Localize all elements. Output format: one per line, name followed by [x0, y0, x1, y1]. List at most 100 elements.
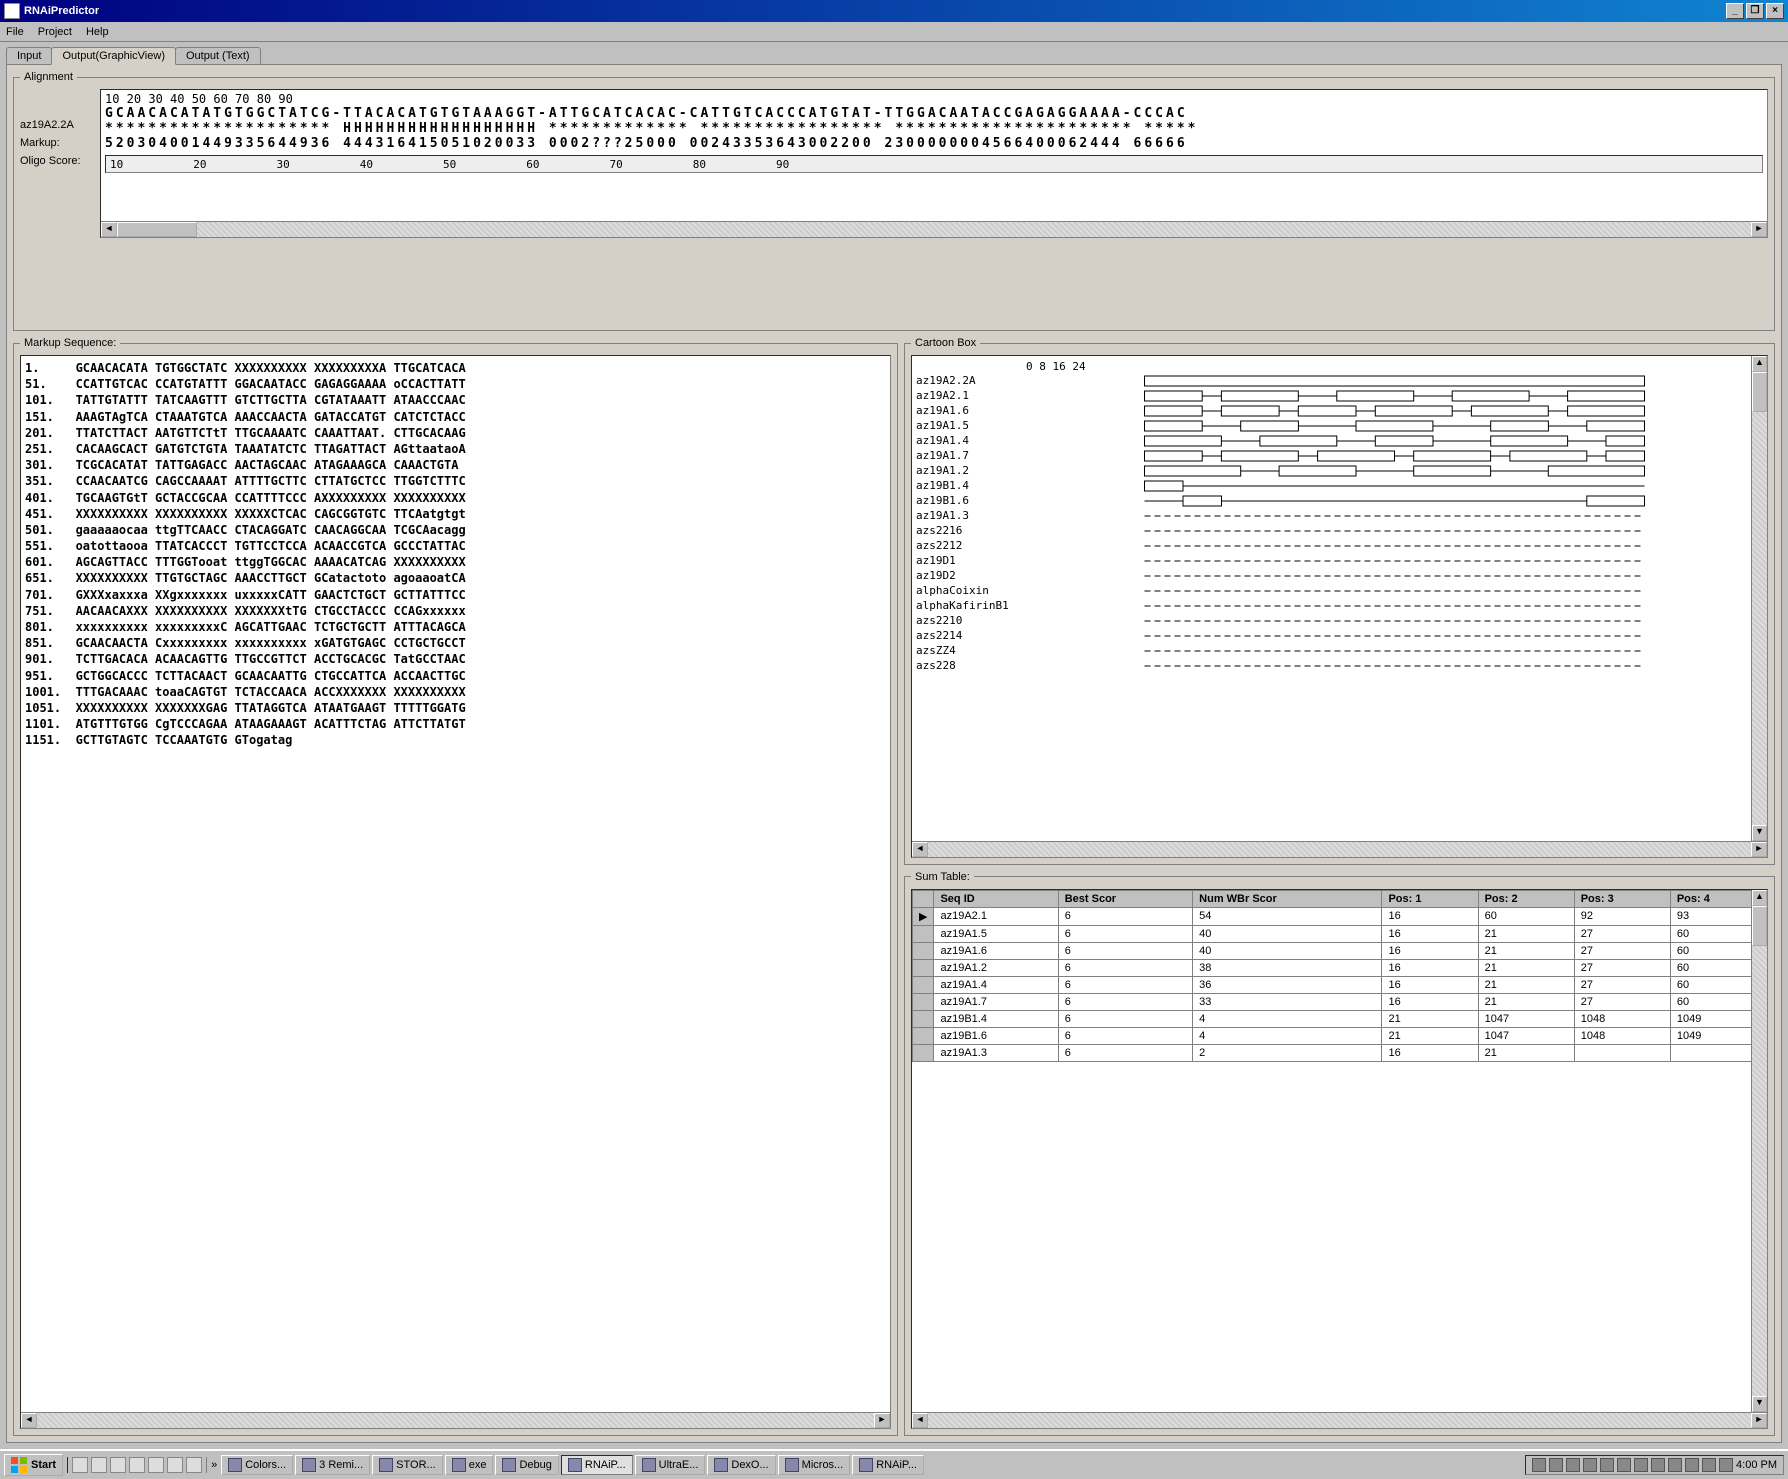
scroll-right-icon[interactable]: ►: [1751, 222, 1767, 237]
taskbar-button[interactable]: RNAiP...: [561, 1455, 633, 1475]
cartoon-row[interactable]: azs2214: [916, 628, 1763, 643]
alignment-hscroll[interactable]: ◄ ►: [101, 221, 1767, 237]
taskbar-button[interactable]: DexO...: [707, 1455, 775, 1475]
menu-file[interactable]: File: [6, 26, 24, 38]
minimize-button[interactable]: _: [1726, 3, 1744, 19]
taskbar-button[interactable]: Colors...: [221, 1455, 293, 1475]
start-button[interactable]: Start: [4, 1454, 63, 1476]
ql-icon[interactable]: [72, 1457, 88, 1473]
table-row[interactable]: az19A1.3621621: [913, 1044, 1767, 1061]
scroll-track[interactable]: [928, 1413, 1751, 1428]
cartoon-row[interactable]: az19D1: [916, 553, 1763, 568]
table-row[interactable]: az19A1.763316212760: [913, 993, 1767, 1010]
cartoon-row[interactable]: az19B1.6: [916, 493, 1763, 508]
alignment-view[interactable]: 10 20 30 40 50 60 70 80 90 GCAACACATATGT…: [100, 89, 1768, 238]
tray-icon[interactable]: [1532, 1458, 1546, 1472]
table-row[interactable]: ▶az19A2.165416609293: [913, 907, 1767, 925]
taskbar-button[interactable]: Debug: [495, 1455, 558, 1475]
scroll-up-icon[interactable]: ▲: [1752, 890, 1767, 906]
cartoon-row[interactable]: alphaKafirinB1: [916, 598, 1763, 613]
tray-icon[interactable]: [1702, 1458, 1716, 1472]
cartoon-row[interactable]: az19A2.1: [916, 388, 1763, 403]
tray-icon[interactable]: [1668, 1458, 1682, 1472]
table-row[interactable]: az19B1.46421104710481049: [913, 1010, 1767, 1027]
scroll-down-icon[interactable]: ▼: [1752, 1396, 1767, 1412]
scroll-thumb[interactable]: [117, 222, 197, 237]
sum-header[interactable]: Pos: 2: [1478, 890, 1574, 907]
ql-icon[interactable]: [110, 1457, 126, 1473]
markup-sequence-view[interactable]: 1. GCAACACATA TGTGGCTATC XXXXXXXXXX XXXX…: [20, 355, 891, 1429]
cartoon-row[interactable]: az19A2.2A: [916, 373, 1763, 388]
cartoon-view[interactable]: 0 8 16 24 az19A2.2Aaz19A2.1az19A1.6az19A…: [911, 355, 1768, 858]
scroll-left-icon[interactable]: ◄: [912, 842, 928, 857]
taskbar-button[interactable]: STOR...: [372, 1455, 443, 1475]
cartoon-row[interactable]: az19A1.4: [916, 433, 1763, 448]
scroll-left-icon[interactable]: ◄: [101, 222, 117, 237]
taskbar-button[interactable]: exe: [445, 1455, 494, 1475]
table-row[interactable]: az19A1.564016212760: [913, 925, 1767, 942]
cartoon-row[interactable]: azs2216: [916, 523, 1763, 538]
cartoon-row[interactable]: az19A1.3: [916, 508, 1763, 523]
tray-icon[interactable]: [1634, 1458, 1648, 1472]
ql-icon[interactable]: [91, 1457, 107, 1473]
sum-header[interactable]: Pos: 1: [1382, 890, 1478, 907]
scroll-track[interactable]: [1752, 412, 1767, 825]
tray-icon[interactable]: [1719, 1458, 1733, 1472]
scroll-right-icon[interactable]: ►: [1751, 1413, 1767, 1428]
table-row[interactable]: az19A1.263816212760: [913, 959, 1767, 976]
cartoon-row[interactable]: azs2212: [916, 538, 1763, 553]
sum-vscroll[interactable]: ▲ ▼: [1751, 890, 1767, 1412]
taskbar-button[interactable]: Micros...: [778, 1455, 851, 1475]
table-row[interactable]: az19A1.463616212760: [913, 976, 1767, 993]
scroll-track[interactable]: [37, 1413, 874, 1428]
cartoon-hscroll[interactable]: ◄ ►: [912, 841, 1767, 857]
cartoon-row[interactable]: az19D2: [916, 568, 1763, 583]
table-row[interactable]: az19A1.664016212760: [913, 942, 1767, 959]
scroll-track[interactable]: [928, 842, 1751, 857]
sum-header[interactable]: Num WBr Scor: [1193, 890, 1382, 907]
table-row[interactable]: az19B1.66421104710481049: [913, 1027, 1767, 1044]
ql-icon[interactable]: [148, 1457, 164, 1473]
tray-icon[interactable]: [1685, 1458, 1699, 1472]
cartoon-row[interactable]: azs2210: [916, 613, 1763, 628]
tab-output-graphic[interactable]: Output(GraphicView): [51, 47, 176, 65]
scroll-thumb[interactable]: [1752, 372, 1767, 412]
maximize-button[interactable]: ❐: [1746, 3, 1764, 19]
scroll-track[interactable]: [197, 222, 1751, 237]
sum-table-view[interactable]: Seq IDBest ScorNum WBr ScorPos: 1Pos: 2P…: [911, 889, 1768, 1429]
scroll-thumb[interactable]: [1752, 906, 1767, 946]
cartoon-row[interactable]: az19A1.7: [916, 448, 1763, 463]
scroll-down-icon[interactable]: ▼: [1752, 825, 1767, 841]
scroll-left-icon[interactable]: ◄: [912, 1413, 928, 1428]
cartoon-row[interactable]: alphaCoixin: [916, 583, 1763, 598]
cartoon-vscroll[interactable]: ▲ ▼: [1751, 356, 1767, 841]
cartoon-row[interactable]: azs228: [916, 658, 1763, 673]
taskbar-button[interactable]: RNAiP...: [852, 1455, 924, 1475]
tray-icon[interactable]: [1583, 1458, 1597, 1472]
tray-icon[interactable]: [1600, 1458, 1614, 1472]
scroll-up-icon[interactable]: ▲: [1752, 356, 1767, 372]
tab-input[interactable]: Input: [6, 47, 52, 64]
sum-header[interactable]: Seq ID: [934, 890, 1058, 907]
markup-hscroll[interactable]: ◄ ►: [21, 1412, 890, 1428]
tab-output-text[interactable]: Output (Text): [175, 47, 261, 64]
scroll-right-icon[interactable]: ►: [874, 1413, 890, 1428]
tray-icon[interactable]: [1549, 1458, 1563, 1472]
cartoon-row[interactable]: az19A1.6: [916, 403, 1763, 418]
scroll-right-icon[interactable]: ►: [1751, 842, 1767, 857]
tray-icon[interactable]: [1566, 1458, 1580, 1472]
sum-header[interactable]: Pos: 3: [1574, 890, 1670, 907]
scroll-track[interactable]: [1752, 946, 1767, 1396]
cartoon-row[interactable]: azsZZ4: [916, 643, 1763, 658]
taskbar-button[interactable]: 3 Remi...: [295, 1455, 370, 1475]
ql-icon[interactable]: [167, 1457, 183, 1473]
cartoon-row[interactable]: az19A1.2: [916, 463, 1763, 478]
sum-header[interactable]: [913, 890, 934, 907]
cartoon-row[interactable]: az19A1.5: [916, 418, 1763, 433]
taskbar-button[interactable]: UltraE...: [635, 1455, 706, 1475]
close-button[interactable]: ×: [1766, 3, 1784, 19]
sum-hscroll[interactable]: ◄ ►: [912, 1412, 1767, 1428]
tray-icon[interactable]: [1617, 1458, 1631, 1472]
cartoon-row[interactable]: az19B1.4: [916, 478, 1763, 493]
scroll-left-icon[interactable]: ◄: [21, 1413, 37, 1428]
